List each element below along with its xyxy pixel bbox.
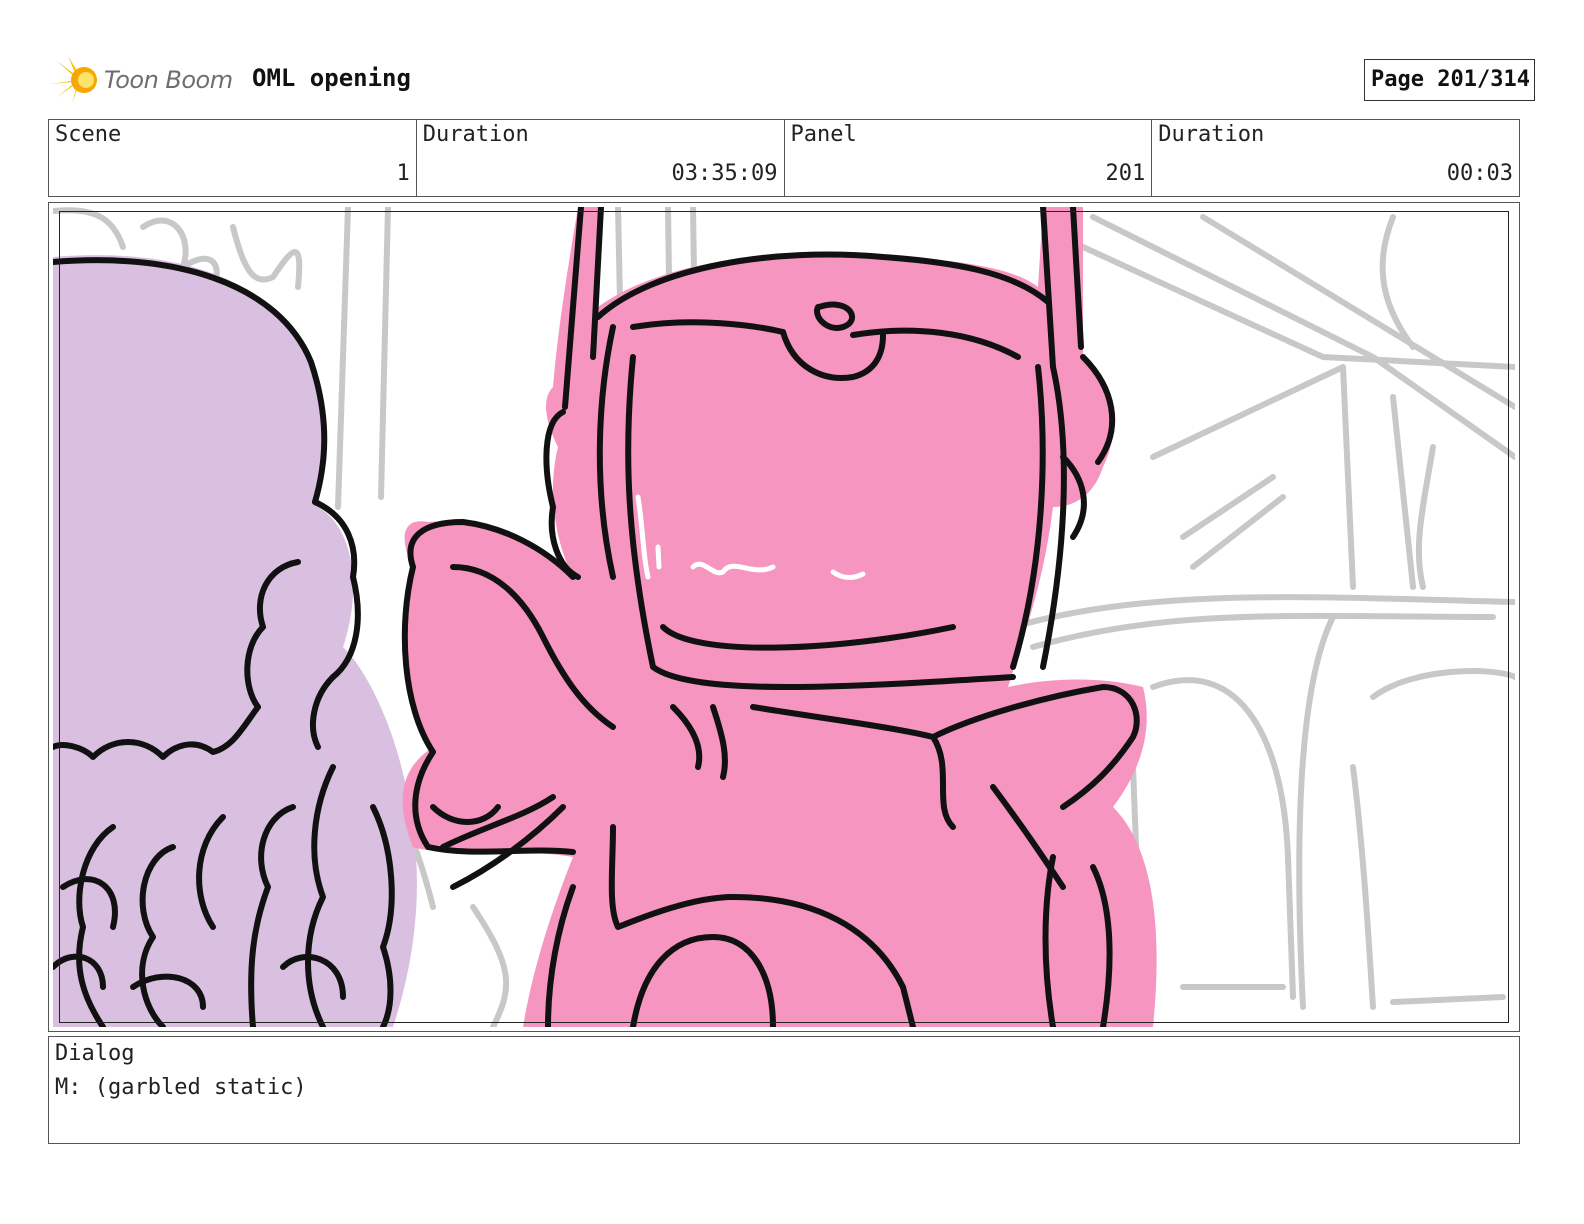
panel-label: Panel [790, 122, 857, 147]
scene-duration-cell: Duration 03:35:09 [417, 120, 785, 196]
scene-duration-label: Duration [422, 122, 529, 147]
storyboard-panel [48, 202, 1520, 1032]
scene-duration-value: 03:35:09 [671, 161, 778, 186]
dialog-box: Dialog M: (garbled static) [48, 1036, 1520, 1144]
panel-info-table: Scene 1 Duration 03:35:09 Panel 201 Dura… [48, 119, 1520, 197]
starburst-icon [50, 56, 97, 104]
panel-cell: Panel 201 [785, 120, 1153, 196]
panel-value: 201 [1105, 161, 1146, 186]
toon-boom-logo: Toon Boom [50, 54, 240, 106]
dialog-label: Dialog [55, 1041, 135, 1066]
sketch-illustration [53, 207, 1515, 1027]
page-number: Page 201/314 [1364, 59, 1535, 101]
panel-drawing [53, 207, 1515, 1027]
scene-label: Scene [55, 122, 122, 147]
lavender-character [53, 255, 417, 1027]
panel-duration-label: Duration [1158, 122, 1265, 147]
storyboard-header: Toon Boom OML opening Page 201/314 [50, 52, 1535, 108]
panel-duration-cell: Duration 00:03 [1152, 120, 1519, 196]
dialog-text: M: (garbled static) [55, 1075, 307, 1100]
panel-duration-value: 00:03 [1446, 161, 1513, 186]
scene-value: 1 [396, 161, 410, 186]
project-title: OML opening [252, 64, 411, 92]
logo-text: Toon Boom [104, 66, 233, 94]
scene-cell: Scene 1 [49, 120, 417, 196]
